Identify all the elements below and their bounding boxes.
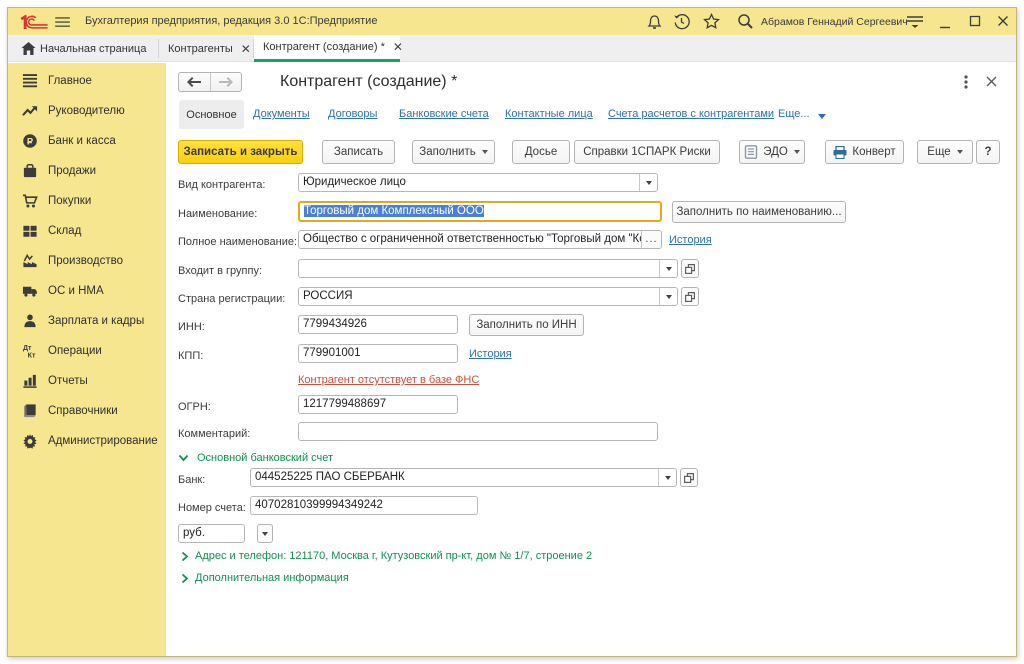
svg-text:P: P bbox=[27, 135, 33, 146]
svg-text:Дт: Дт bbox=[23, 345, 32, 352]
svg-text:Кт: Кт bbox=[28, 353, 36, 359]
